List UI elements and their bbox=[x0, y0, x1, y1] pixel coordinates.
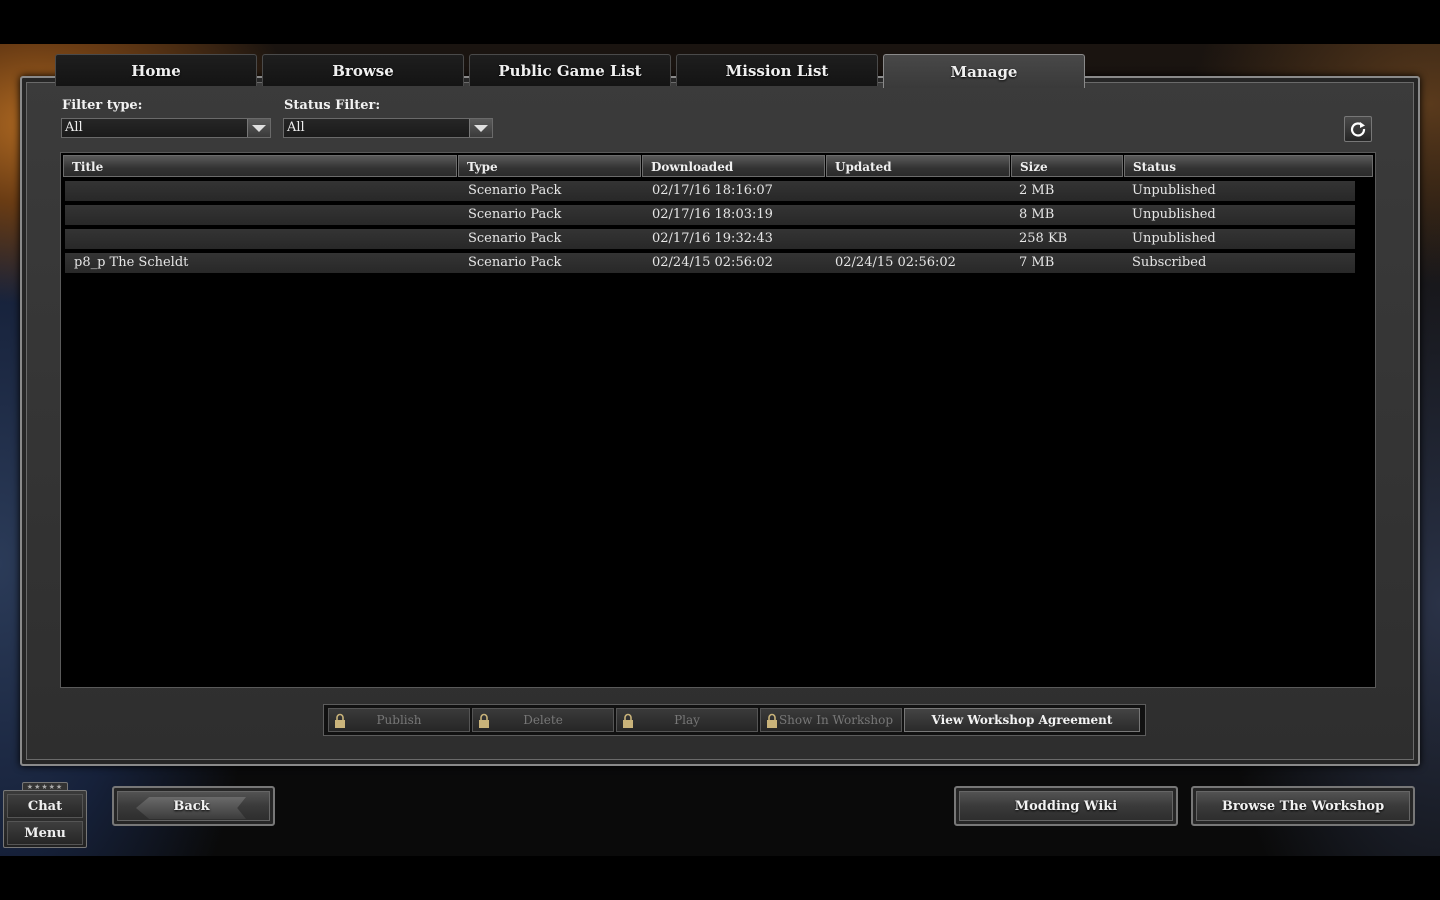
show-in-workshop-label: Show In Workshop bbox=[778, 713, 894, 727]
refresh-button[interactable] bbox=[1344, 116, 1372, 142]
cell-size: 8 MB bbox=[1019, 207, 1055, 222]
column-header-title[interactable]: Title bbox=[63, 155, 457, 177]
tab-browse[interactable]: Browse bbox=[262, 54, 464, 86]
publish-button[interactable]: Publish bbox=[328, 708, 470, 732]
status-filter-select[interactable]: All bbox=[283, 118, 493, 138]
status-filter-label: Status Filter: bbox=[284, 98, 381, 113]
browse-workshop-button[interactable]: Browse The Workshop bbox=[1191, 786, 1415, 826]
cell-type: Scenario Pack bbox=[468, 255, 562, 270]
cell-status: Unpublished bbox=[1132, 183, 1216, 198]
view-workshop-agreement-button[interactable]: View Workshop Agreement bbox=[904, 708, 1140, 732]
bottom-letterbox bbox=[0, 856, 1440, 900]
column-header-status[interactable]: Status bbox=[1124, 155, 1373, 177]
modding-wiki-button[interactable]: Modding Wiki bbox=[954, 786, 1178, 826]
table-row[interactable]: p8_p The Scheldt Scenario Pack 02/24/15 … bbox=[65, 253, 1355, 273]
back-label: Back bbox=[173, 798, 210, 814]
delete-button[interactable]: Delete bbox=[472, 708, 614, 732]
action-bar: Publish Delete Play Show In Workshop Vie… bbox=[323, 704, 1146, 736]
lock-icon bbox=[335, 713, 345, 728]
lock-icon bbox=[767, 713, 777, 728]
filter-type-label: Filter type: bbox=[62, 98, 143, 113]
tab-mission-list[interactable]: Mission List bbox=[676, 54, 878, 86]
content-table: Title Type Downloaded Updated Size Statu… bbox=[60, 152, 1376, 688]
cell-type: Scenario Pack bbox=[468, 183, 562, 198]
menu-button[interactable]: Menu bbox=[7, 821, 83, 845]
cell-title: p8_p The Scheldt bbox=[74, 255, 189, 270]
cell-downloaded: 02/17/16 19:32:43 bbox=[652, 231, 773, 246]
browse-workshop-label: Browse The Workshop bbox=[1221, 798, 1385, 814]
tab-manage[interactable]: Manage bbox=[883, 54, 1085, 88]
status-filter-value: All bbox=[287, 120, 305, 135]
chevron-down-icon[interactable] bbox=[247, 119, 270, 137]
cell-updated: 02/24/15 02:56:02 bbox=[835, 255, 956, 270]
modding-wiki-label: Modding Wiki bbox=[1014, 798, 1118, 814]
filter-type-select[interactable]: All bbox=[61, 118, 271, 138]
play-label: Play bbox=[674, 713, 700, 727]
column-header-size[interactable]: Size bbox=[1011, 155, 1123, 177]
cell-type: Scenario Pack bbox=[468, 207, 562, 222]
tab-home[interactable]: Home bbox=[55, 54, 257, 86]
cell-type: Scenario Pack bbox=[468, 231, 562, 246]
chat-button[interactable]: Chat bbox=[7, 794, 83, 818]
column-header-updated[interactable]: Updated bbox=[826, 155, 1010, 177]
view-workshop-agreement-label: View Workshop Agreement bbox=[931, 713, 1113, 727]
chevron-down-icon[interactable] bbox=[469, 119, 492, 137]
filter-type-value: All bbox=[65, 120, 83, 135]
delete-label: Delete bbox=[523, 713, 563, 727]
table-row[interactable]: Scenario Pack 02/17/16 18:16:07 2 MB Unp… bbox=[65, 181, 1355, 201]
lock-icon bbox=[479, 713, 489, 728]
cell-downloaded: 02/24/15 02:56:02 bbox=[652, 255, 773, 270]
refresh-icon bbox=[1350, 122, 1366, 137]
tab-public-game-list[interactable]: Public Game List bbox=[469, 54, 671, 86]
column-header-type[interactable]: Type bbox=[458, 155, 641, 177]
top-letterbox bbox=[0, 0, 1440, 44]
column-header-downloaded[interactable]: Downloaded bbox=[642, 155, 825, 177]
chat-menu-panel: Chat Menu bbox=[3, 790, 87, 848]
cell-size: 258 KB bbox=[1019, 231, 1068, 246]
table-row[interactable]: Scenario Pack 02/17/16 18:03:19 8 MB Unp… bbox=[65, 205, 1355, 225]
cell-status: Subscribed bbox=[1132, 255, 1207, 270]
cell-status: Unpublished bbox=[1132, 207, 1216, 222]
cell-downloaded: 02/17/16 18:16:07 bbox=[652, 183, 773, 198]
show-in-workshop-button[interactable]: Show In Workshop bbox=[760, 708, 902, 732]
cell-size: 7 MB bbox=[1019, 255, 1055, 270]
back-button[interactable]: Back bbox=[112, 786, 275, 826]
play-button[interactable]: Play bbox=[616, 708, 758, 732]
cell-downloaded: 02/17/16 18:03:19 bbox=[652, 207, 773, 222]
cell-size: 2 MB bbox=[1019, 183, 1055, 198]
cell-status: Unpublished bbox=[1132, 231, 1216, 246]
lock-icon bbox=[623, 713, 633, 728]
publish-label: Publish bbox=[376, 713, 422, 727]
table-row[interactable]: Scenario Pack 02/17/16 19:32:43 258 KB U… bbox=[65, 229, 1355, 249]
